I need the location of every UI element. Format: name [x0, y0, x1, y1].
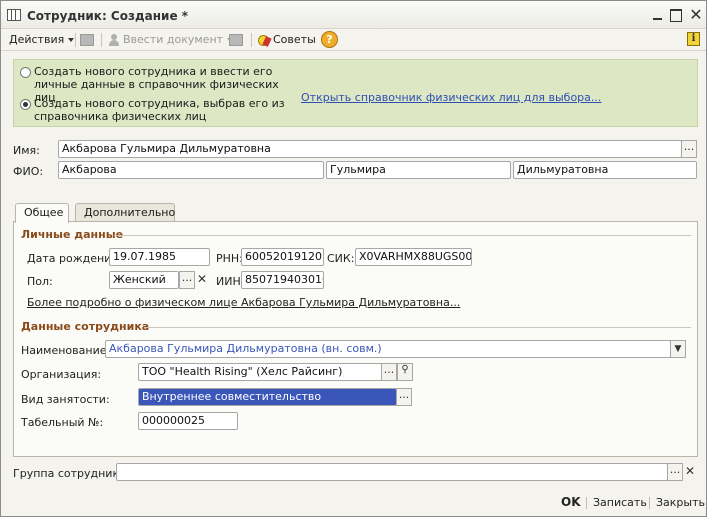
first-name-input[interactable]: Гульмира — [326, 161, 511, 179]
toolbar: Действия Ввести документ Советы ? i — [1, 29, 706, 51]
title-bar: Сотрудник: Создание * ✕ — [1, 1, 706, 29]
save-button[interactable]: Записать — [593, 496, 647, 509]
radio-select-existing[interactable] — [20, 99, 31, 110]
birth-date-input[interactable]: 19.07.1985 — [109, 248, 210, 266]
tab-general[interactable]: Общее — [15, 203, 69, 223]
employment-type-input[interactable]: Внутреннее совместительство — [138, 388, 397, 406]
gender-input[interactable]: Женский — [109, 271, 179, 289]
rnn-input[interactable]: 600520191201 — [241, 248, 324, 266]
tab-number-input[interactable]: 000000025 — [138, 412, 238, 430]
actions-label: Действия — [9, 33, 65, 46]
fio-label: ФИО: — [13, 165, 44, 178]
tips-button[interactable]: Советы — [257, 32, 316, 48]
tips-label: Советы — [273, 33, 316, 46]
actions-menu[interactable]: Действия — [9, 32, 75, 48]
print-icon — [80, 34, 94, 46]
enter-document-label: Ввести документ — [123, 33, 224, 46]
tab-number-label: Табельный №: — [21, 416, 104, 429]
iin-input[interactable]: 850719403016 — [241, 271, 324, 289]
name-input[interactable]: Акбарова Гульмира Дильмуратовна — [58, 140, 682, 158]
create-mode-panel: Создать нового сотрудника и ввести его л… — [13, 59, 698, 127]
maximize-button[interactable] — [669, 8, 683, 22]
organization-input[interactable]: ТОО "Health Rising" (Хелс Райсинг) — [138, 363, 382, 381]
employee-name-label: Наименование: — [21, 344, 111, 357]
user-icon — [108, 34, 120, 46]
gender-label: Пол: — [27, 275, 53, 288]
employee-name-dropdown-button[interactable]: ▼ — [670, 340, 686, 358]
organization-label: Организация: — [21, 368, 102, 381]
employment-type-label: Вид занятости: — [21, 393, 110, 406]
employee-group-clear-button[interactable]: ✕ — [683, 463, 697, 481]
structure-icon-button[interactable] — [229, 32, 246, 48]
employee-group-input[interactable] — [116, 463, 668, 481]
gender-select-button[interactable]: ... — [179, 271, 195, 289]
personal-section-title: Личные данные — [21, 228, 124, 241]
gender-clear-button[interactable]: ✕ — [195, 271, 209, 289]
sik-input[interactable]: X0VARHMX88UGS00J — [355, 248, 472, 266]
last-name-input[interactable]: Акбарова — [58, 161, 324, 179]
info-icon[interactable]: i — [687, 32, 700, 46]
employee-group-label: Группа сотрудника: — [13, 467, 130, 480]
birth-date-label: Дата рождения: — [27, 252, 122, 265]
organization-select-button[interactable]: ... — [381, 363, 397, 381]
sik-label: СИК: — [327, 252, 355, 265]
name-label: Имя: — [13, 144, 40, 157]
structure-icon — [229, 34, 243, 46]
middle-name-input[interactable]: Дильмуратовна — [513, 161, 697, 179]
employment-type-value: Внутреннее совместительство — [139, 389, 396, 405]
open-directory-link[interactable]: Открыть справочник физических лиц для вы… — [301, 91, 601, 104]
rnn-label: РНН: — [216, 252, 243, 265]
option-select-existing-label: Создать нового сотрудника, выбрав его из… — [34, 97, 285, 123]
window-title: Сотрудник: Создание * — [27, 9, 189, 23]
tab-general-page: Личные данные Дата рождения: 19.07.1985 … — [13, 221, 698, 457]
employee-section-title: Данные сотрудника — [21, 320, 150, 333]
enter-document-menu[interactable]: Ввести документ — [108, 32, 234, 48]
minimize-button[interactable] — [651, 8, 665, 22]
person-details-link[interactable]: Более подробно о физическом лице Акбаров… — [27, 296, 460, 309]
employee-group-select-button[interactable]: ... — [667, 463, 683, 481]
employee-window: Сотрудник: Создание * ✕ Действия Ввести … — [0, 0, 707, 517]
catalog-icon — [7, 9, 21, 21]
ok-button[interactable]: OK — [561, 495, 581, 509]
tab-additional[interactable]: Дополнительно — [75, 203, 175, 222]
name-select-button[interactable]: ... — [681, 140, 697, 158]
search-icon[interactable]: ⚲ — [397, 363, 413, 381]
employment-type-select-button[interactable]: ... — [396, 388, 412, 406]
print-icon-button[interactable] — [80, 32, 97, 48]
close-window-button[interactable]: ✕ — [689, 7, 703, 23]
employee-name-input[interactable]: Акбарова Гульмира Дильмуратовна (вн. сов… — [105, 340, 671, 358]
help-icon[interactable]: ? — [321, 31, 338, 48]
radio-create-new[interactable] — [20, 67, 31, 78]
close-button[interactable]: Закрыть — [656, 496, 705, 509]
tips-icon — [257, 34, 272, 47]
